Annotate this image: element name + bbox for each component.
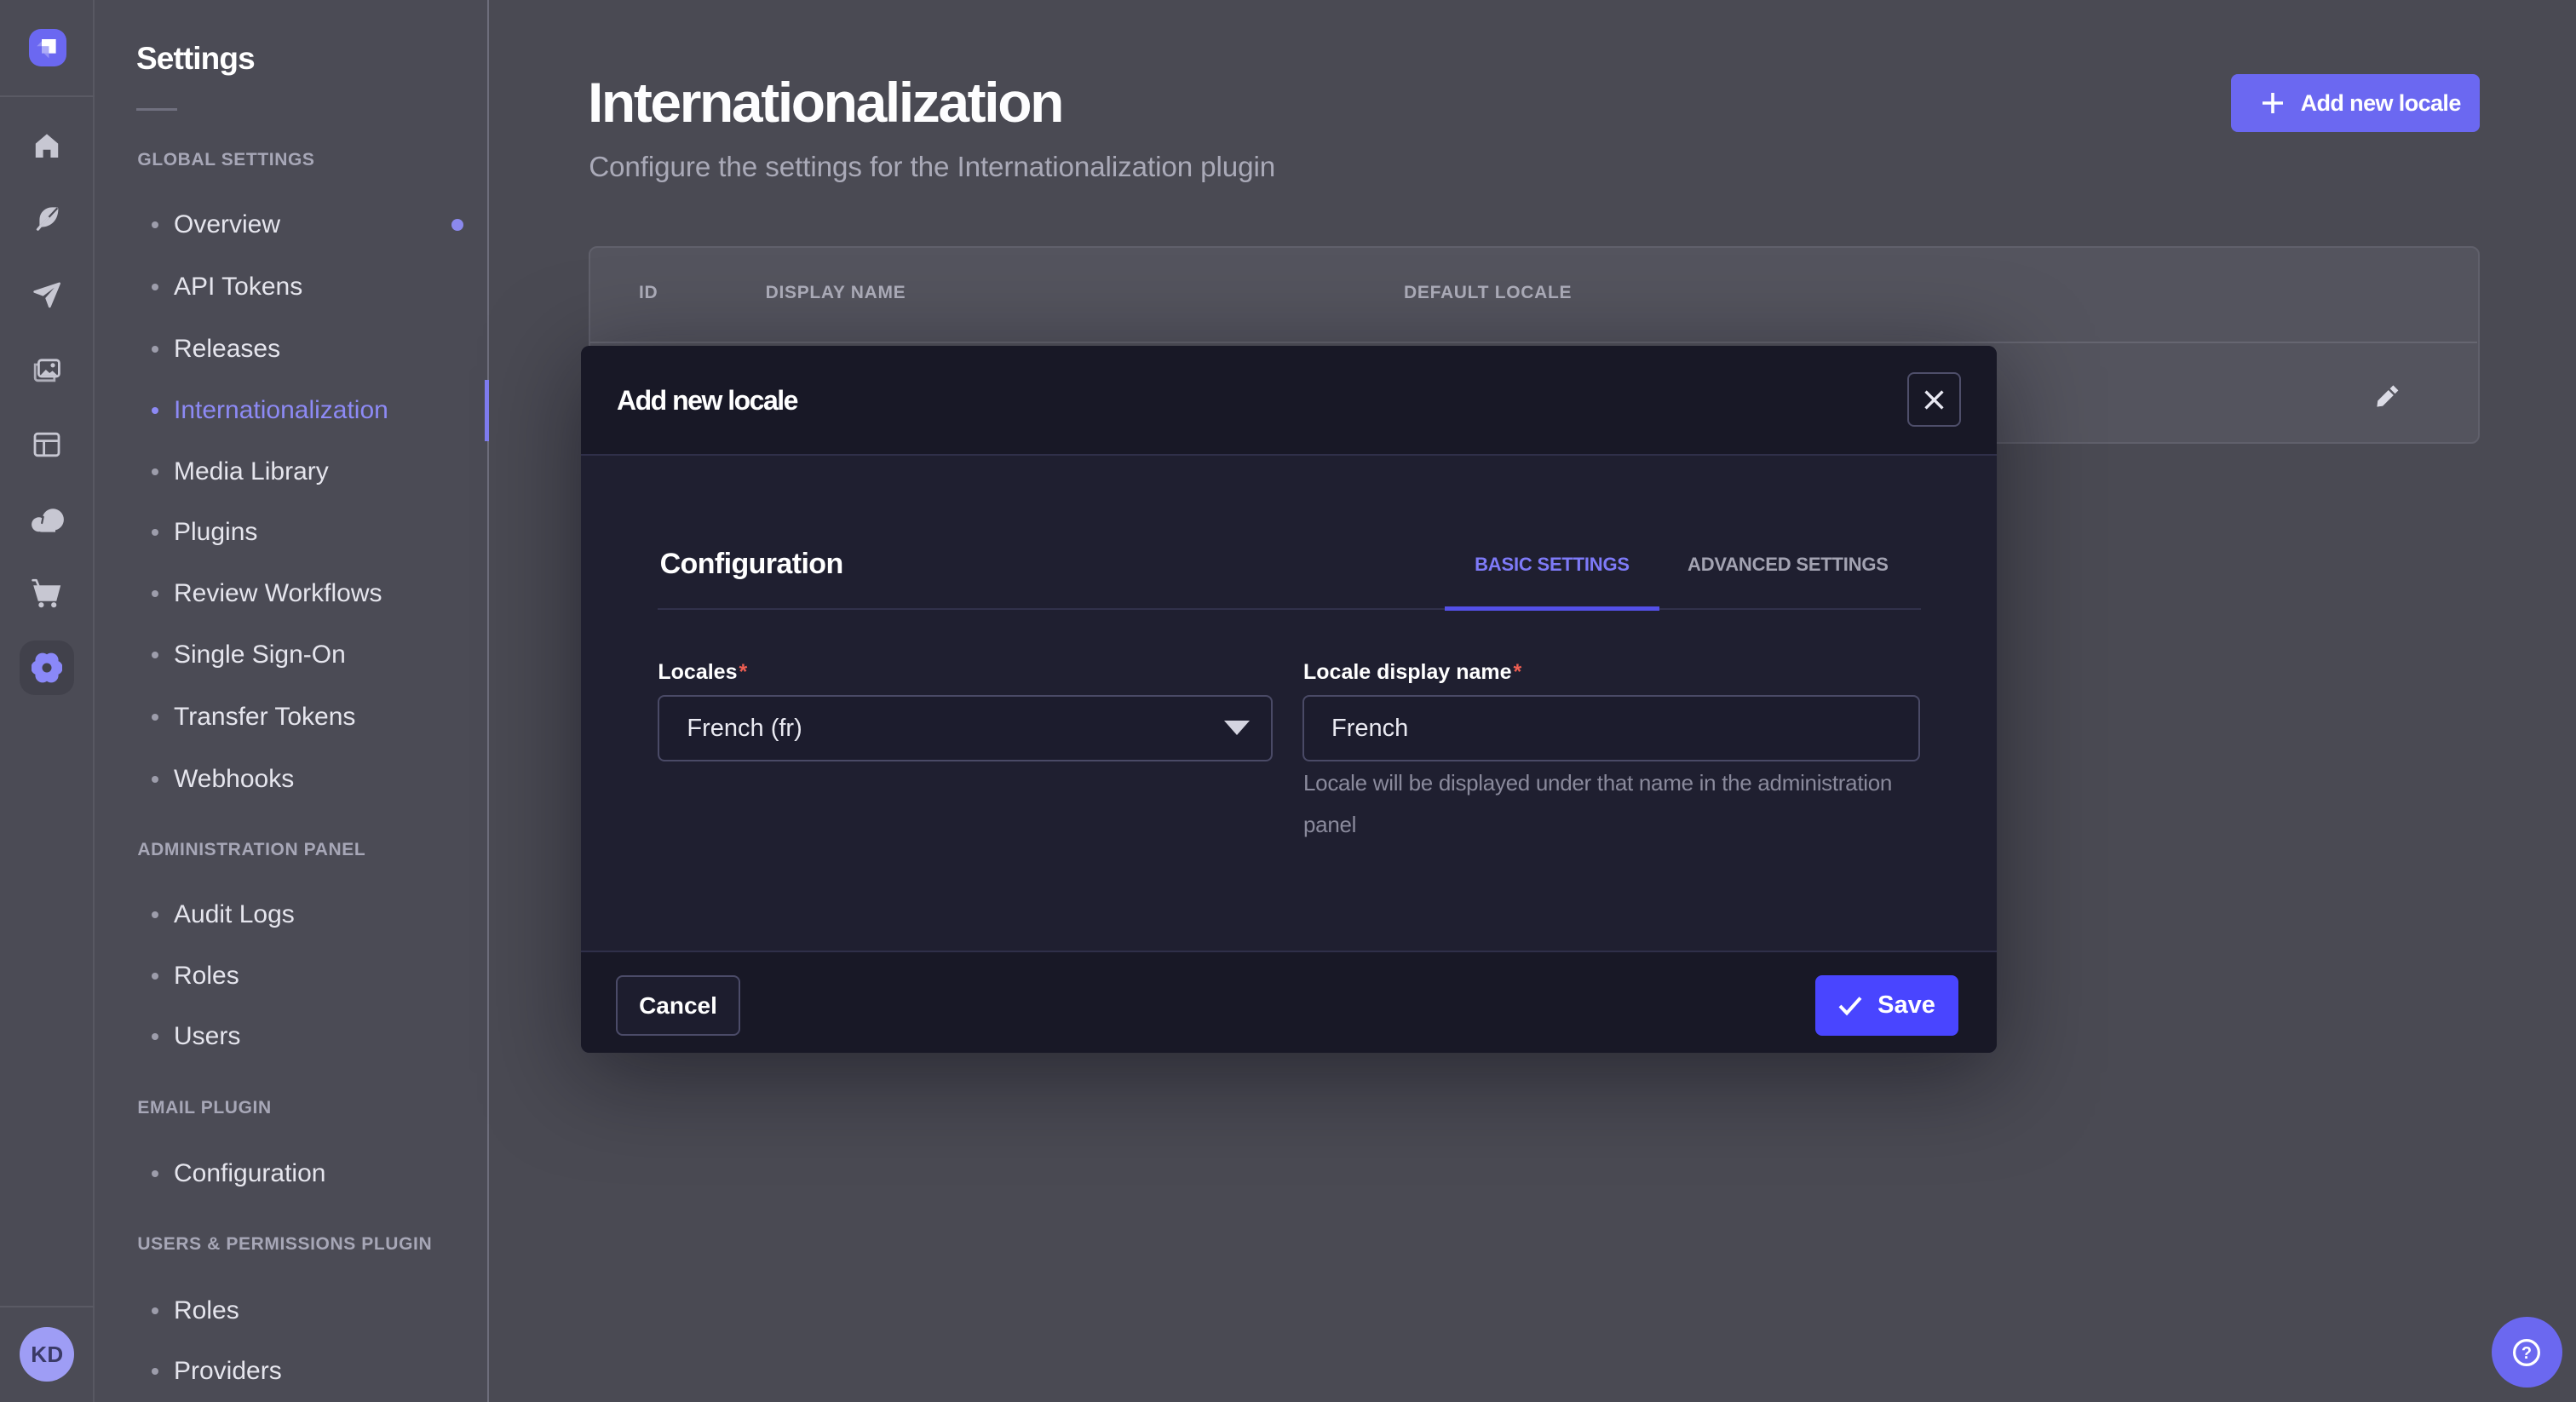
svg-text:?: ?	[2521, 1344, 2532, 1363]
